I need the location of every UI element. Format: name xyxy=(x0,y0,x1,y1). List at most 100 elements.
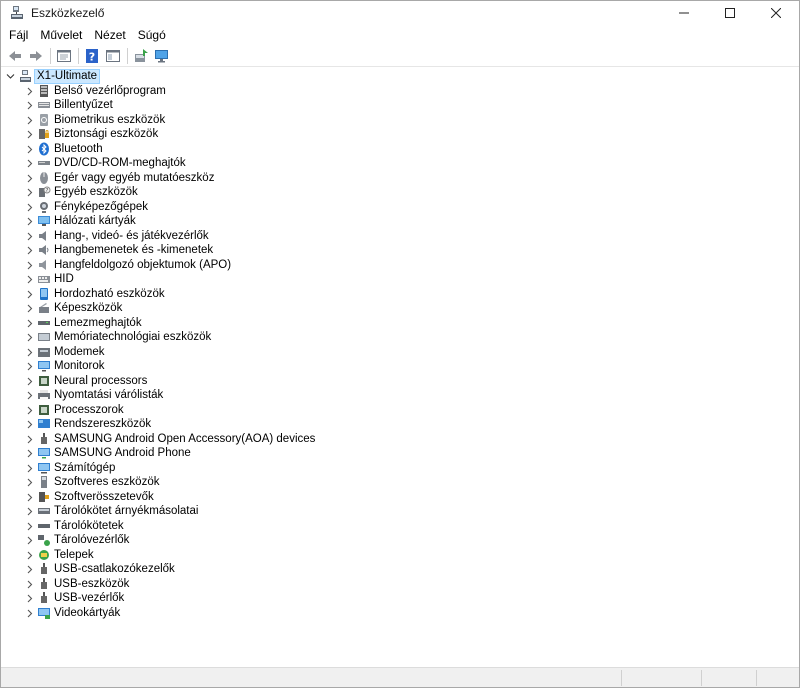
tree-category-row[interactable]: Telepek xyxy=(2,548,782,563)
tree-category-row[interactable]: USB-vezérlők xyxy=(2,591,782,606)
expand-chevron-icon[interactable] xyxy=(25,377,34,386)
expand-chevron-icon[interactable] xyxy=(25,101,34,110)
tree-category-row[interactable]: Videokártyák xyxy=(2,606,782,621)
tree-category-row[interactable]: Nyomtatási várólisták xyxy=(2,388,782,403)
expand-chevron-icon[interactable] xyxy=(25,522,34,531)
tree-category-row[interactable]: Billentyűzet xyxy=(2,98,782,113)
tree-category-row[interactable]: Lemezmeghajtók xyxy=(2,316,782,331)
tree-category-row[interactable]: Bluetooth xyxy=(2,142,782,157)
console-tree-button[interactable] xyxy=(103,46,123,66)
tree-category-row[interactable]: Hangbemenetek és -kimenetek xyxy=(2,243,782,258)
device-tree[interactable]: X1-Ultimate Belső vezérlőprogram Billenty… xyxy=(2,67,799,667)
tree-category-row[interactable]: Biztonsági eszközök xyxy=(2,127,782,142)
expand-chevron-icon[interactable] xyxy=(25,464,34,473)
expand-chevron-icon[interactable] xyxy=(25,174,34,183)
expand-chevron-icon[interactable] xyxy=(25,609,34,618)
tree-category-row[interactable]: Biometrikus eszközök xyxy=(2,113,782,128)
usb-connector-icon xyxy=(41,563,47,574)
expand-chevron-icon[interactable] xyxy=(25,449,34,458)
expand-chevron-icon[interactable] xyxy=(25,507,34,516)
menu-help[interactable]: Súgó xyxy=(132,25,172,45)
update-driver-button[interactable] xyxy=(131,46,151,66)
expand-chevron-icon[interactable] xyxy=(25,493,34,502)
expand-chevron-icon[interactable] xyxy=(25,580,34,589)
tree-category-row[interactable]: Szoftveres eszközök xyxy=(2,475,782,490)
tree-category-row[interactable]: DVD/CD-ROM-meghajtók xyxy=(2,156,782,171)
tree-category-label: Tárolóvezérlők xyxy=(54,534,130,546)
tree-category-label: Szoftverösszetevők xyxy=(54,490,154,503)
expand-chevron-icon[interactable] xyxy=(25,536,34,545)
tree-category-row[interactable]: Monitorok xyxy=(2,359,782,374)
expand-chevron-icon[interactable] xyxy=(25,304,34,313)
expand-chevron-icon[interactable] xyxy=(25,333,34,342)
tree-category-row[interactable]: Tárolókötetek xyxy=(2,519,782,534)
menu-view[interactable]: Nézet xyxy=(88,25,131,45)
menu-file[interactable]: Fájl xyxy=(3,25,34,45)
expand-chevron-icon[interactable] xyxy=(25,406,34,415)
title-bar[interactable]: Eszközkezelő xyxy=(1,1,799,25)
tree-category-row[interactable]: Hordozható eszközök xyxy=(2,287,782,302)
tree-category-row[interactable]: Képeszközök xyxy=(2,301,782,316)
expand-chevron-icon[interactable] xyxy=(25,203,34,212)
tree-category-row[interactable]: Neural processors xyxy=(2,374,782,389)
expand-chevron-icon[interactable] xyxy=(25,594,34,603)
maximize-button[interactable] xyxy=(707,1,753,25)
expand-chevron-icon[interactable] xyxy=(25,116,34,125)
tree-category-row[interactable]: USB-eszközök xyxy=(2,577,782,592)
expand-chevron-icon[interactable] xyxy=(25,87,34,96)
forward-button[interactable] xyxy=(26,46,46,66)
expand-chevron-icon[interactable] xyxy=(25,319,34,328)
help-button[interactable]: ? xyxy=(82,46,102,66)
expand-chevron-icon[interactable] xyxy=(25,159,34,168)
tree-category-row[interactable]: HID xyxy=(2,272,782,287)
tree-category-row[interactable]: Hálózati kártyák xyxy=(2,214,782,229)
expand-chevron-icon[interactable] xyxy=(25,232,34,241)
expand-chevron-icon[interactable] xyxy=(25,275,34,284)
collapse-chevron-icon[interactable] xyxy=(6,72,15,81)
expand-chevron-icon[interactable] xyxy=(25,246,34,255)
scan-hardware-button[interactable] xyxy=(152,46,172,66)
properties-pane-button[interactable] xyxy=(54,46,74,66)
tree-category-row[interactable]: SAMSUNG Android Open Accessory(AOA) devi… xyxy=(2,432,782,447)
tree-category-row[interactable]: Hangfeldolgozó objektumok (APO) xyxy=(2,258,782,273)
display-icon xyxy=(38,607,50,619)
tree-category-row[interactable]: Rendszereszközök xyxy=(2,417,782,432)
tree-category-row[interactable]: Processzorok xyxy=(2,403,782,418)
tree-category-row[interactable]: Fényképezőgépek xyxy=(2,200,782,215)
expand-chevron-icon[interactable] xyxy=(25,261,34,270)
back-button[interactable] xyxy=(5,46,25,66)
close-button[interactable] xyxy=(753,1,799,25)
menu-action[interactable]: Művelet xyxy=(34,25,88,45)
tree-category-row[interactable]: SAMSUNG Android Phone xyxy=(2,446,782,461)
expand-chevron-icon[interactable] xyxy=(25,130,34,139)
minimize-button[interactable] xyxy=(661,1,707,25)
expand-chevron-icon[interactable] xyxy=(25,478,34,487)
tree-category-row[interactable]: Tárolóvezérlők xyxy=(2,533,782,548)
expand-chevron-icon[interactable] xyxy=(25,188,34,197)
expand-chevron-icon[interactable] xyxy=(25,290,34,299)
expand-chevron-icon[interactable] xyxy=(25,435,34,444)
expand-chevron-icon[interactable] xyxy=(25,420,34,429)
tree-category-row[interactable]: Belső vezérlőprogram xyxy=(2,84,782,99)
tree-category-row[interactable]: USB-csatlakozókezelők xyxy=(2,562,782,577)
tree-category-row[interactable]: Hang-, videó- és játékvezérlők xyxy=(2,229,782,244)
computer-root-icon xyxy=(20,70,31,82)
tree-category-row[interactable]: Memóriatechnológiai eszközök xyxy=(2,330,782,345)
tree-category-label: Tárolókötetek xyxy=(54,519,124,532)
menu-bar: Fájl Művelet Nézet Súgó xyxy=(1,25,799,45)
expand-chevron-icon[interactable] xyxy=(25,565,34,574)
tree-category-label: Belső vezérlőprogram xyxy=(54,84,166,97)
expand-chevron-icon[interactable] xyxy=(25,145,34,154)
tree-category-row[interactable]: Számítógép xyxy=(2,461,782,476)
tree-category-row[interactable]: ? Egyéb eszközök xyxy=(2,185,782,200)
tree-category-row[interactable]: Modemek xyxy=(2,345,782,360)
expand-chevron-icon[interactable] xyxy=(25,362,34,371)
expand-chevron-icon[interactable] xyxy=(25,217,34,226)
tree-category-row[interactable]: Szoftverösszetevők xyxy=(2,490,782,505)
tree-category-row[interactable]: Tárolókötet árnyékmásolatai xyxy=(2,504,782,519)
expand-chevron-icon[interactable] xyxy=(25,348,34,357)
tree-root-label[interactable]: X1-Ultimate xyxy=(34,69,101,84)
tree-category-row[interactable]: Egér vagy egyéb mutatóeszköz xyxy=(2,171,782,186)
expand-chevron-icon[interactable] xyxy=(25,391,34,400)
expand-chevron-icon[interactable] xyxy=(25,551,34,560)
